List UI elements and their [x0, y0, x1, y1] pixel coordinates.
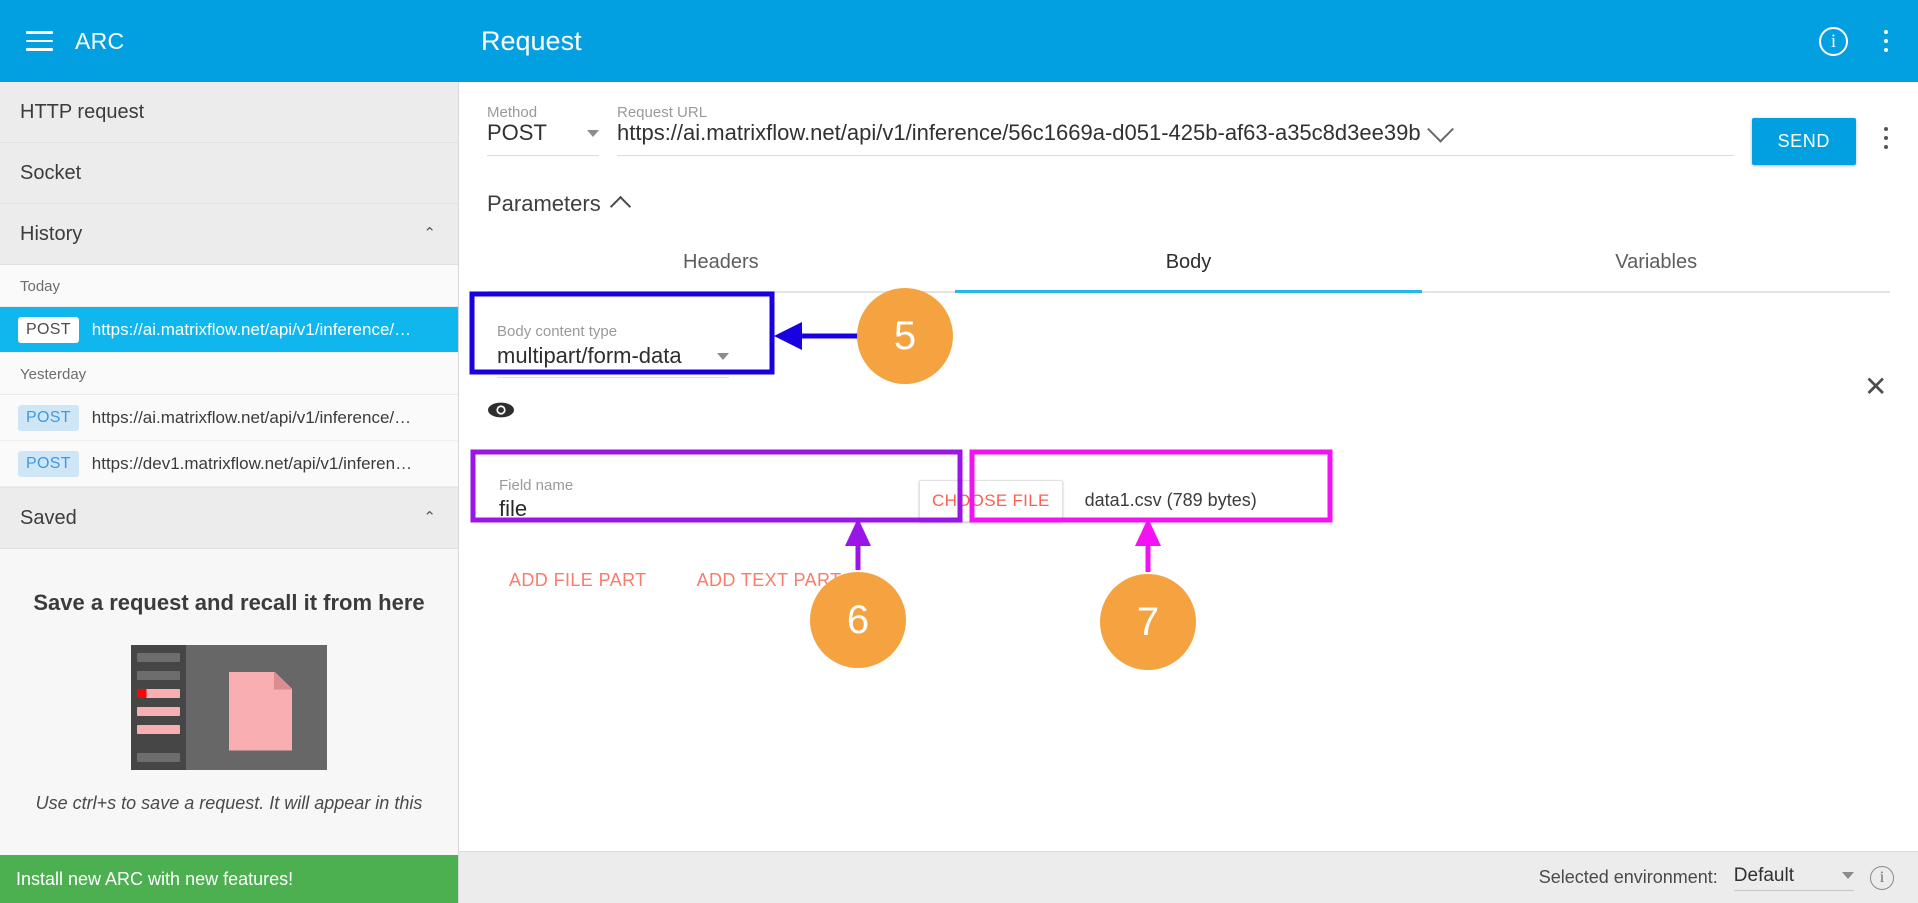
illustration-bar: [137, 724, 180, 734]
add-file-part-button[interactable]: ADD FILE PART: [499, 564, 657, 597]
request-url-underline: [617, 155, 1734, 156]
method-select[interactable]: Method POST: [487, 104, 599, 156]
field-name-value: file: [499, 496, 528, 521]
illustration-bar-active: [137, 688, 180, 698]
topbar-brand-area: ARC: [0, 28, 459, 55]
parameters-tabs: Headers Body Variables: [487, 239, 1890, 293]
saved-illustration-icon: [131, 644, 327, 770]
field-name-underline: [499, 522, 879, 534]
illustration-bar: [137, 670, 180, 680]
tab-headers[interactable]: Headers: [487, 239, 955, 291]
environment-label: Selected environment:: [1538, 867, 1718, 887]
main-content-area: HTTP request Socket History ⌃ Today POST…: [0, 82, 1918, 903]
chevron-down-icon[interactable]: [1842, 872, 1854, 879]
history-item[interactable]: POST https://ai.matrixflow.net/api/v1/in…: [0, 395, 458, 441]
method-badge: POST: [18, 450, 79, 477]
sidebar-item-socket[interactable]: Socket: [0, 143, 458, 204]
request-url-label: Request URL: [617, 104, 708, 121]
illustration-bar: [137, 652, 180, 662]
illustration-sidebar: [131, 644, 186, 770]
topbar-title-area: Request: [459, 26, 1918, 57]
chevron-down-icon[interactable]: [587, 129, 599, 137]
history-item[interactable]: POST https://ai.matrixflow.net/api/v1/in…: [0, 307, 458, 353]
tab-body[interactable]: Body: [954, 239, 1423, 293]
illustration-canvas: [186, 645, 327, 770]
saved-empty-state: Save a request and recall it from here U…: [0, 549, 458, 903]
preview-body-row: [487, 400, 1890, 425]
send-button[interactable]: SEND: [1751, 118, 1856, 165]
illustration-bar: [137, 706, 180, 716]
chevron-up-icon: ⌃: [423, 509, 436, 526]
eye-icon[interactable]: [487, 400, 515, 420]
history-panel: Today POST https://ai.matrixflow.net/api…: [0, 265, 458, 488]
app-brand-label: ARC: [75, 27, 125, 54]
illustration-bar: [137, 752, 180, 762]
kebab-menu-icon[interactable]: [1874, 27, 1898, 55]
request-url-value: https://ai.matrixflow.net/api/v1/inferen…: [617, 120, 1421, 145]
top-app-bar: ARC Request i: [0, 0, 1918, 82]
sidebar-item-saved[interactable]: Saved ⌃: [0, 488, 458, 549]
saved-empty-hint: Use ctrl+s to save a request. It will ap…: [35, 792, 423, 813]
close-icon[interactable]: ✕: [1864, 373, 1887, 401]
file-chooser-row: CHOOSE FILE data1.csv (789 bytes): [905, 470, 1257, 532]
illustration-spacer: [137, 743, 180, 744]
arc-app-window: ARC Request i HTTP request Socket Histor…: [0, 0, 1918, 903]
request-overflow-menu-icon[interactable]: [1874, 124, 1898, 152]
sidebar-item-label: Socket: [20, 161, 82, 184]
method-underline: [487, 155, 599, 156]
environment-select[interactable]: Default: [1733, 864, 1854, 891]
tab-variables[interactable]: Variables: [1422, 239, 1890, 291]
method-badge: POST: [18, 316, 79, 343]
saved-empty-heading: Save a request and recall it from here: [33, 590, 425, 615]
hamburger-icon[interactable]: [26, 31, 53, 51]
history-group-label-today: Today: [0, 265, 458, 307]
chevron-up-icon: ⌃: [423, 225, 436, 242]
field-name-input[interactable]: Field name file: [487, 467, 891, 534]
selected-file-info: data1.csv (789 bytes): [1084, 490, 1257, 510]
history-group-label-yesterday: Yesterday: [0, 353, 458, 395]
parameters-label: Parameters: [487, 191, 601, 216]
sidebar: HTTP request Socket History ⌃ Today POST…: [0, 82, 459, 903]
history-item-url: https://dev1.matrixflow.net/api/v1/infer…: [91, 453, 413, 473]
install-banner[interactable]: Install new ARC with new features!: [0, 855, 458, 903]
sidebar-item-label: History: [20, 222, 83, 245]
sidebar-item-label: Saved: [20, 506, 77, 529]
sidebar-item-http-request[interactable]: HTTP request: [0, 82, 458, 143]
chevron-down-icon[interactable]: [1426, 115, 1454, 143]
field-name-label: Field name: [499, 477, 574, 494]
method-label: Method: [487, 104, 538, 121]
body-content-type-label: Body content type: [497, 323, 618, 340]
history-item-url: https://ai.matrixflow.net/api/v1/inferen…: [91, 407, 412, 427]
request-editor-scroll: Method POST Request URL https://ai.matri…: [459, 82, 1918, 851]
install-banner-label: Install new ARC with new features!: [16, 868, 294, 889]
add-part-actions: ADD FILE PART ADD TEXT PART: [487, 564, 1890, 597]
history-item[interactable]: POST https://dev1.matrixflow.net/api/v1/…: [0, 441, 458, 487]
parameters-toggle[interactable]: Parameters: [459, 165, 1918, 218]
method-value: POST: [487, 120, 547, 145]
document-fold-icon: [274, 671, 292, 690]
multipart-part-row: Field name file CHOOSE FILE data1.csv (7…: [487, 373, 1890, 534]
history-item-url: https://ai.matrixflow.net/api/v1/inferen…: [91, 319, 412, 339]
chevron-up-icon: [609, 195, 631, 218]
body-content-type-value: multipart/form-data: [497, 343, 682, 368]
choose-file-button[interactable]: CHOOSE FILE: [919, 479, 1063, 522]
add-text-part-button[interactable]: ADD TEXT PART: [687, 564, 852, 597]
request-url-row: Method POST Request URL https://ai.matri…: [459, 82, 1918, 165]
info-icon[interactable]: i: [1819, 26, 1848, 56]
body-tab-panel: Body content type multipart/form-data Fi…: [459, 315, 1918, 597]
chevron-down-icon[interactable]: [717, 352, 729, 360]
sidebar-item-history[interactable]: History ⌃: [0, 204, 458, 265]
status-bar: Selected environment: Default i: [459, 851, 1918, 903]
sidebar-item-label: HTTP request: [20, 100, 145, 123]
body-content-type-select[interactable]: Body content type multipart/form-data: [487, 315, 739, 378]
method-badge: POST: [18, 404, 79, 431]
topbar-actions: i: [1819, 0, 1898, 82]
body-content-type-underline: [497, 377, 729, 378]
page-title: Request: [481, 25, 582, 56]
info-icon[interactable]: i: [1870, 865, 1894, 890]
environment-value: Default: [1733, 864, 1794, 886]
request-url-input[interactable]: Request URL https://ai.matrixflow.net/ap…: [617, 104, 1734, 156]
request-editor-pane: Method POST Request URL https://ai.matri…: [459, 82, 1918, 903]
